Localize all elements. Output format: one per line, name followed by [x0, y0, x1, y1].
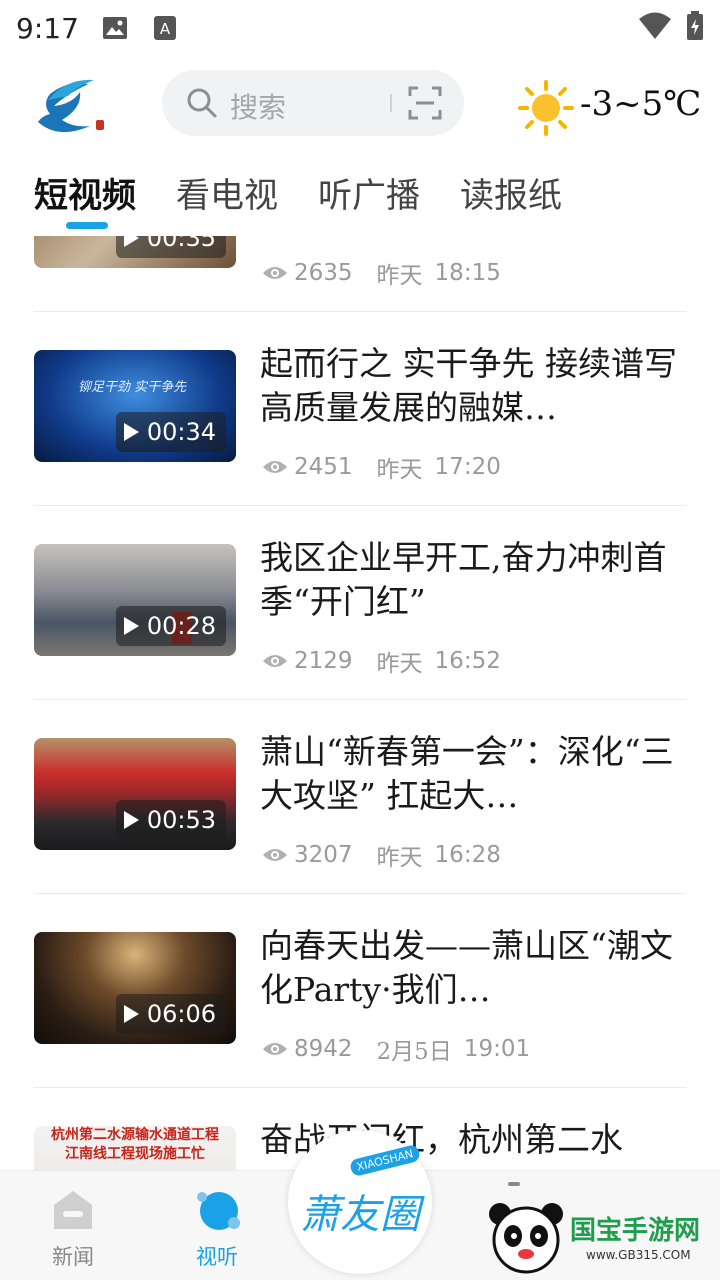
view-count: 2635 — [294, 260, 353, 286]
eye-icon — [263, 1043, 287, 1055]
video-thumbnail: 铆足干劲 实干争先 00:34 — [34, 350, 236, 462]
video-thumbnail: 00:53 — [34, 738, 236, 850]
video-time: 19:01 — [463, 1036, 531, 1062]
scan-icon[interactable] — [408, 86, 442, 120]
nav-watch-label: 视听 — [196, 1245, 238, 1269]
eye-icon — [263, 655, 287, 667]
list-item[interactable]: 00:53 萧山“新春第一会”：深化“三大攻坚” 扛起大… 3207 昨天 16… — [0, 700, 720, 894]
video-date: 昨天 — [376, 263, 423, 289]
video-title: 我区企业早开工,奋力冲刺首季“开门红” — [260, 538, 667, 621]
fab-badge: XIAOSHAN — [348, 1143, 421, 1178]
video-date: 昨天 — [376, 457, 423, 483]
video-time: 16:52 — [434, 648, 501, 674]
video-thumbnail: 06:06 — [34, 932, 236, 1044]
video-meta: 3207 昨天 16:28 — [262, 838, 501, 872]
duration-badge: 00:53 — [115, 800, 226, 840]
play-icon — [123, 1005, 139, 1023]
video-time: 18:15 — [434, 260, 501, 286]
font-a-icon: A — [151, 14, 179, 42]
nav-watch[interactable]: 视听 — [162, 1171, 272, 1280]
xiaoyouquan-button[interactable]: XIAOSHAN 萧友圈 — [288, 1130, 432, 1274]
video-time: 16:28 — [434, 842, 501, 868]
search-bar[interactable]: 搜索 — [162, 70, 464, 136]
panda-logo — [489, 1203, 563, 1274]
search-divider — [390, 94, 392, 112]
video-thumbnail: 00:28 — [34, 544, 236, 656]
view-count: 2451 — [294, 454, 353, 480]
video-date: 昨天 — [376, 651, 423, 677]
list-item[interactable]: 00:35 萧山 实干争先 接续发展 2635 昨天 18:15 — [0, 236, 720, 312]
video-thumbnail: 杭州第二水源输水通道工程 江南线工程现场施工忙 — [34, 1126, 236, 1170]
watermark-text: 国宝手游网 — [570, 1216, 701, 1246]
svg-text:A: A — [160, 20, 171, 38]
play-icon — [123, 617, 139, 635]
fab-label: 萧友圈 — [300, 1192, 420, 1238]
view-count: 8942 — [294, 1036, 353, 1062]
list-item[interactable]: 00:28 我区企业早开工,奋力冲刺首季“开门红” 2129 昨天 16:52 — [0, 506, 720, 700]
duration-badge: 06:06 — [115, 994, 226, 1034]
nav-news[interactable]: 新闻 — [18, 1171, 128, 1280]
tab-read-newspaper[interactable]: 读报纸 — [460, 168, 562, 217]
tab-indicator — [66, 222, 108, 229]
video-thumbnail: 00:35 — [34, 236, 236, 268]
play-icon — [123, 811, 139, 829]
battery-icon — [686, 11, 704, 45]
video-title: 向春天出发——萧山区“潮文化Party·我们… — [260, 926, 673, 1009]
duration-badge: 00:34 — [115, 412, 226, 452]
video-meta: 2451 昨天 17:20 — [262, 450, 501, 484]
watermark: 国宝手游网 www.GB315.COM — [486, 1196, 716, 1276]
eye-icon — [263, 267, 287, 279]
tab-short-video[interactable]: 短视频 — [34, 168, 136, 217]
search-placeholder: 搜索 — [230, 91, 287, 124]
play-icon — [123, 236, 139, 247]
app-logo[interactable] — [28, 70, 114, 144]
nav-news-label: 新闻 — [52, 1245, 94, 1269]
view-count: 2129 — [294, 648, 353, 674]
eye-icon — [263, 849, 287, 861]
video-title: 起而行之 实干争先 接续谱写高质量发展的融媒… — [260, 344, 677, 427]
scroll-handle — [508, 1182, 520, 1186]
category-tabs: 短视频 看电视 听广播 读报纸 — [0, 168, 720, 232]
video-time: 17:20 — [434, 454, 501, 480]
video-title: 萧山“新春第一会”：深化“三大攻坚” 扛起大… — [260, 732, 674, 815]
search-icon — [186, 87, 218, 119]
status-bar: 9:17 A — [0, 0, 720, 56]
video-meta: 2635 昨天 18:15 — [262, 256, 501, 290]
thumbnail-caption: 铆足干劲 实干争先 — [78, 380, 187, 395]
video-meta: 8942 2月5日 19:01 — [262, 1032, 530, 1066]
duration-badge: 00:35 — [115, 236, 226, 258]
news-home-icon — [54, 1191, 92, 1229]
duration-badge: 00:28 — [115, 606, 226, 646]
gallery-icon — [101, 14, 129, 42]
video-date: 昨天 — [376, 845, 423, 871]
list-item[interactable]: 06:06 向春天出发——萧山区“潮文化Party·我们… 8942 2月5日 … — [0, 894, 720, 1088]
watch-icon — [197, 1192, 240, 1230]
play-icon — [123, 423, 139, 441]
sun-icon — [518, 80, 574, 136]
view-count: 3207 — [294, 842, 353, 868]
video-meta: 2129 昨天 16:52 — [262, 644, 501, 678]
eye-icon — [263, 461, 287, 473]
wifi-icon — [638, 12, 672, 44]
tab-listen-radio[interactable]: 听广播 — [318, 168, 420, 217]
list-item[interactable]: 铆足干劲 实干争先 00:34 起而行之 实干争先 接续谱写高质量发展的融媒… … — [0, 312, 720, 506]
weather-temperature: -3~5℃ — [580, 84, 702, 124]
status-time: 9:17 — [16, 11, 79, 45]
thumbnail-caption: 杭州第二水源输水通道工程 江南线工程现场施工忙 — [51, 1127, 219, 1162]
video-date: 2月5日 — [376, 1039, 452, 1065]
video-list[interactable]: 00:35 萧山 实干争先 接续发展 2635 昨天 18:15 铆足干劲 实干… — [0, 236, 720, 1170]
watermark-url: www.GB315.COM — [586, 1248, 691, 1262]
tab-watch-tv[interactable]: 看电视 — [176, 168, 278, 217]
